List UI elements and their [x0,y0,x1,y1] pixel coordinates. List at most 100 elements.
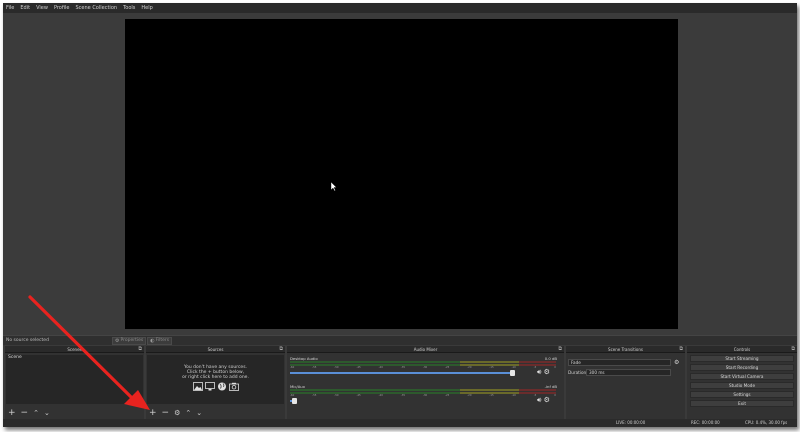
image-icon [192,382,203,391]
undock-icon[interactable]: ⧉ [791,346,795,353]
tick-label: -45 [356,366,361,369]
tick-label: -5 [533,366,537,369]
move-scene-up-icon[interactable]: ⌃ [33,409,39,418]
tick-label: -50 [334,394,339,397]
add-scene-plus-icon[interactable]: + [8,408,16,418]
add-source-plus-icon[interactable]: + [149,408,157,418]
duration-label: Duration [568,369,587,375]
tick-label: -10 [511,394,516,397]
gear-icon[interactable]: ⚙ [544,396,550,404]
transition-select[interactable]: Fade [568,358,671,366]
start-streaming-button[interactable]: Start Streaming [690,355,794,362]
mouse-cursor-icon [331,182,337,191]
scene-transitions-title: Scene Transitions [608,347,643,352]
tick-label: -25 [445,394,450,397]
controls-title: Controls [733,347,751,352]
tick-label: -35 [400,394,406,397]
undock-icon[interactable]: ⧉ [679,346,683,353]
rec-status: REC: 00:00:00 [691,420,720,425]
settings-button[interactable]: Settings [690,391,794,398]
tick-label: -50 [334,366,339,369]
gear-icon: ⚙ [115,337,120,344]
undock-icon[interactable]: ⧉ [279,346,283,353]
tick-label: 0 [554,394,556,397]
gear-icon[interactable]: ⚙ [674,359,679,366]
gear-icon[interactable]: ⚙ [544,368,550,376]
sources-title: Sources [207,347,224,352]
monitor-icon [204,382,215,391]
tick-label: -20 [467,394,472,397]
remove-source-minus-icon[interactable]: − [162,408,170,418]
menu-edit[interactable]: Edit [20,3,30,13]
menu-bar: File Edit View Profile Scene Collection … [3,3,797,13]
meter-ticks: -60 -55 -50 -45 -40 -35 -30 -25 -20 -15 … [290,394,556,398]
menu-profile[interactable]: Profile [54,3,70,13]
channel-controls: 🔊︎ ⚙ [537,368,550,376]
properties-button[interactable]: ⚙ Properties [112,336,147,345]
volume-meter-left [290,361,556,363]
menu-view[interactable]: View [36,3,48,13]
live-status: LIVE: 00:00:00 [616,420,646,425]
controls-dock: Controls ⧉ Start Streaming Start Recordi… [687,346,797,419]
tick-label: -40 [378,366,383,369]
studio-mode-button[interactable]: Studio Mode [690,382,794,389]
menu-help[interactable]: Help [141,3,152,13]
source-properties-gear-icon[interactable]: ⚙ [174,409,180,418]
scenes-title: Scenes [67,347,82,352]
exit-button[interactable]: Exit [690,400,794,407]
move-source-up-icon[interactable]: ⌃ [185,409,191,418]
volume-fader-handle[interactable] [292,398,297,404]
tick-label: -40 [378,394,383,397]
menu-tools[interactable]: Tools [123,3,135,13]
tick-label: -55 [312,366,317,369]
start-virtual-camera-button[interactable]: Start Virtual Camera [690,373,794,380]
filters-button[interactable]: ◐ Filters [147,336,173,345]
no-source-label: No source selected [6,338,49,343]
audio-mixer-dock: Audio Mixer ⧉ Desktop Audio 0.0 dB -60 -… [287,346,564,419]
source-type-icons [147,382,284,391]
move-source-down-icon[interactable]: ⌄ [196,409,202,418]
remove-scene-minus-icon[interactable]: − [21,408,29,418]
scenes-footer: + − ⌃ ⌄ [5,407,144,419]
cpu-status: CPU: 0.4%, 30.00 fps [745,420,788,425]
menu-scene-collection[interactable]: Scene Collection [75,3,117,13]
transition-select-row: Fade ⚙ [568,358,683,366]
preview-canvas[interactable] [125,19,678,329]
volume-fader[interactable] [290,372,513,374]
audio-mixer-header: Audio Mixer ⧉ [287,346,564,353]
tick-label: -25 [445,366,450,369]
status-bar: LIVE: 00:00:00 REC: 00:00:00 CPU: 0.4%, … [3,419,797,427]
globe-icon [217,382,226,391]
scene-list-item[interactable]: Scene [6,355,143,361]
sources-list[interactable]: You don't have any sources. Click the + … [147,355,284,404]
sources-header: Sources ⧉ [146,346,285,353]
scene-transitions-header: Scene Transitions ⧉ [566,346,685,353]
scenes-list: Scene [6,355,143,404]
speaker-icon[interactable]: 🔊︎ [537,396,541,404]
filters-label: Filters [155,337,170,343]
move-scene-down-icon[interactable]: ⌄ [44,409,50,418]
start-recording-button[interactable]: Start Recording [690,364,794,371]
volume-fader-handle[interactable] [510,370,515,376]
tick-label: -60 [290,366,295,369]
tick-label: -5 [533,394,537,397]
undock-icon[interactable]: ⧉ [138,346,142,353]
scenes-header: Scenes ⧉ [5,346,144,353]
speaker-icon[interactable]: 🔊︎ [537,368,541,376]
camera-icon [228,382,239,391]
tick-label: -15 [489,394,494,397]
undock-icon[interactable]: ⧉ [558,346,562,353]
menu-file[interactable]: File [6,3,14,13]
tick-label: -30 [422,366,428,369]
controls-header: Controls ⧉ [687,346,797,353]
duration-input[interactable]: 300 ms [586,368,671,376]
sources-dock: Sources ⧉ You don't have any sources. Cl… [146,346,285,419]
sources-footer: + − ⚙ ⌃ ⌄ [146,407,285,419]
tick-label: -45 [356,394,361,397]
volume-meter-left [290,389,556,391]
obs-window: File Edit View Profile Scene Collection … [3,3,797,427]
filter-icon: ◐ [150,337,155,344]
scene-transitions-dock: Scene Transitions ⧉ Fade ⚙ Duration 300 … [566,346,685,419]
tick-label: -20 [467,366,472,369]
source-toolbar: No source selected ⚙ Properties ◐ Filter… [3,335,797,345]
